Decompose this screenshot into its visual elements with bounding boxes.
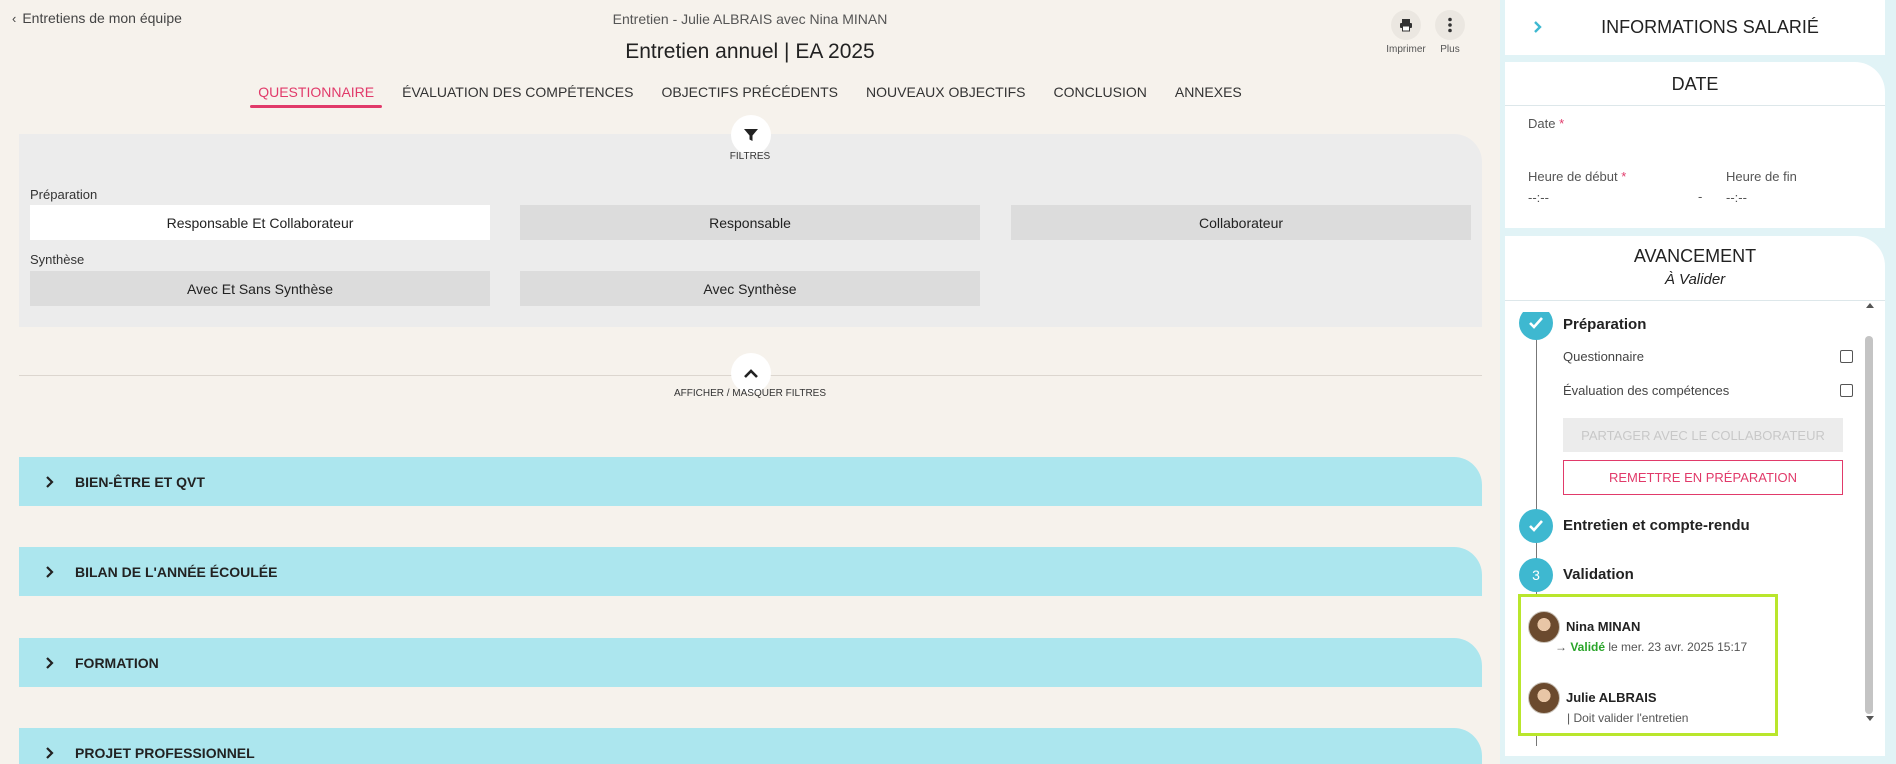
section-title: PROJET PROFESSIONNEL [75,744,255,761]
tab-nouveaux-objectifs[interactable]: NOUVEAUX OBJECTIFS [852,82,1039,108]
date-field-label: Date * [1528,116,1564,131]
step-preparation-title: Préparation [1563,316,1647,333]
scroll-down-arrow-icon[interactable] [1864,714,1876,724]
section-title: BILAN DE L'ANNÉE ÉCOULÉE [75,563,278,580]
questionnaire-checkbox[interactable] [1840,350,1853,363]
step-done-icon [1519,312,1553,340]
arrow-right-icon: → [1555,640,1567,654]
toggle-filters-label: AFFICHER / MASQUER FILTRES [673,388,827,399]
validation-date: le mer. 23 avr. 2025 15:17 [1605,640,1748,654]
required-mark: * [1559,116,1565,131]
start-label-text: Heure de début [1528,169,1618,184]
start-time-input[interactable]: --:-- [1528,190,1678,205]
validation-list: Nina MINAN → Validé le mer. 23 avr. 2025… [1518,594,1778,736]
printer-icon [1391,10,1421,40]
print-button[interactable]: Imprimer [1384,10,1428,55]
progress-card: AVANCEMENT À Valider Préparation Questio… [1505,236,1885,756]
main-content: ‹ Entretiens de mon équipe Entretien - J… [0,0,1500,764]
preparation-filter-label: Préparation [30,187,98,202]
filter-option-avec-synthese[interactable]: Avec Synthèse [520,271,980,306]
more-button[interactable]: Plus [1428,10,1472,55]
print-label: Imprimer [1386,44,1426,55]
date-label-text: Date [1528,116,1556,131]
section-bien-etre-qvt[interactable]: BIEN-ÊTRE ET QVT [19,457,1482,506]
scroll-up-arrow-icon[interactable] [1864,300,1876,310]
chevron-right-icon [45,565,59,579]
interview-subtitle: Entretien - Julie ALBRAIS avec Nina MINA… [612,11,888,27]
avatar [1528,611,1560,643]
tab-conclusion[interactable]: CONCLUSION [1040,82,1161,108]
more-vertical-icon [1435,10,1465,40]
filter-label: FILTRES [729,151,771,162]
end-time-input[interactable]: --:-- [1726,190,1866,205]
step-done-icon [1519,509,1553,543]
filter-option-collaborateur[interactable]: Collaborateur [1011,205,1471,240]
date-input[interactable] [1528,134,1858,156]
employee-info-title: INFORMATIONS SALARIÉ [1601,17,1819,37]
validator-name: Nina MINAN [1566,619,1641,634]
filter-panel: Préparation Responsable Et Collaborateur… [19,134,1482,327]
progress-divider [1505,300,1885,301]
start-time-label: Heure de début * [1528,169,1626,184]
step-validation-title: Validation [1563,566,1634,583]
tab-evaluation-competences[interactable]: ÉVALUATION DES COMPÉTENCES [388,82,647,108]
checklist-item-label: Questionnaire [1563,349,1644,364]
filter-button[interactable] [731,115,771,155]
chevron-up-icon [744,369,758,378]
tab-objectifs-precedents[interactable]: OBJECTIFS PRÉCÉDENTS [647,82,852,108]
tab-questionnaire[interactable]: QUESTIONNAIRE [244,82,388,108]
section-title: BIEN-ÊTRE ET QVT [75,473,205,490]
filter-option-responsable[interactable]: Responsable [520,205,980,240]
scrollbar-thumb[interactable] [1865,336,1873,714]
date-card: DATE Date * Heure de début * Heure de fi… [1505,62,1885,228]
toggle-filters-button[interactable] [731,353,771,393]
checklist-item-questionnaire: Questionnaire [1563,349,1853,364]
tab-annexes[interactable]: ANNEXES [1161,82,1256,108]
time-separator: - [1698,189,1703,204]
filter-option-responsable-et-collaborateur[interactable]: Responsable Et Collaborateur [30,205,490,240]
validated-label: Validé [1570,640,1606,654]
section-projet-professionnel[interactable]: PROJET PROFESSIONNEL [19,728,1482,764]
reset-to-preparation-button[interactable]: REMETTRE EN PRÉPARATION [1563,460,1843,495]
share-with-collaborator-button[interactable]: PARTAGER AVEC LE COLLABORATEUR [1563,418,1843,452]
validation-status-line: → Validé le mer. 23 avr. 2025 15:17 [1555,640,1747,654]
filter-icon [744,129,758,141]
employee-info-header: INFORMATIONS SALARIÉ [1505,0,1885,55]
step-interview-title: Entretien et compte-rendu [1563,517,1750,534]
progress-status: À Valider [1664,271,1726,288]
checklist-item-label: Évaluation des compétences [1563,383,1730,398]
filter-option-avec-et-sans-synthese[interactable]: Avec Et Sans Synthèse [30,271,490,306]
section-bilan-annee[interactable]: BILAN DE L'ANNÉE ÉCOULÉE [19,547,1482,596]
tab-bar: QUESTIONNAIRE ÉVALUATION DES COMPÉTENCES… [0,82,1500,108]
evaluation-checkbox[interactable] [1840,384,1853,397]
validation-pending-note: | Doit valider l'entretien [1567,711,1689,725]
checklist-item-evaluation: Évaluation des compétences [1563,383,1853,398]
step-number-badge: 3 [1519,558,1553,592]
section-title: FORMATION [75,654,159,671]
date-card-title: DATE [1505,62,1885,106]
chevron-right-icon [45,475,59,489]
end-time-label: Heure de fin [1726,169,1797,184]
synthese-filter-label: Synthèse [30,252,85,267]
more-label: Plus [1440,44,1460,55]
chevron-right-icon[interactable] [1533,20,1543,39]
avatar [1528,682,1560,714]
chevron-right-icon [45,746,59,760]
page-title: Entretien annuel | EA 2025 [625,40,875,63]
validator-name: Julie ALBRAIS [1566,690,1657,705]
chevron-right-icon [45,656,59,670]
section-formation[interactable]: FORMATION [19,638,1482,687]
required-mark: * [1621,169,1627,184]
employee-sidebar: INFORMATIONS SALARIÉ DATE Date * Heure d… [1500,0,1896,764]
progress-title: AVANCEMENT [1633,246,1757,266]
